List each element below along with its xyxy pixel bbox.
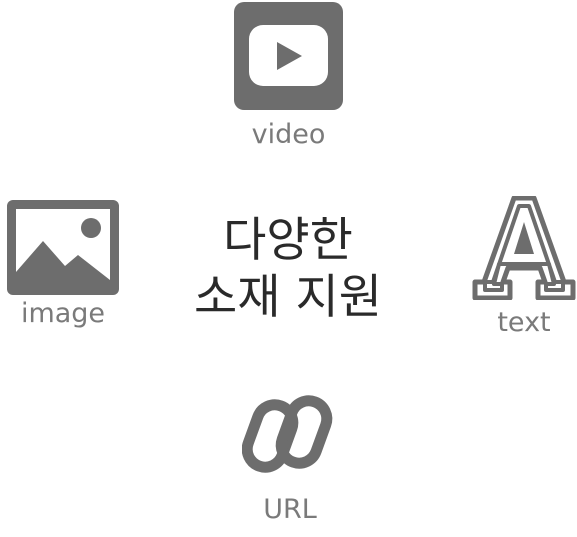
center-title: 다양한 소재 지원 xyxy=(168,212,408,326)
node-text: text xyxy=(465,196,577,336)
node-url: URL xyxy=(229,386,351,523)
text-label: text xyxy=(497,307,551,338)
url-label: URL xyxy=(263,494,317,525)
link-icon xyxy=(242,395,333,473)
image-icon xyxy=(7,200,119,295)
video-label: video xyxy=(251,119,326,150)
video-play-icon xyxy=(234,2,343,110)
node-image: image xyxy=(2,200,124,327)
image-label: image xyxy=(20,298,106,329)
node-video: video xyxy=(226,2,351,148)
center-title-line-2: 소재 지원 xyxy=(194,270,382,325)
center-title-line-1: 다양한 xyxy=(223,213,353,268)
text-letter-a-icon xyxy=(472,196,576,300)
